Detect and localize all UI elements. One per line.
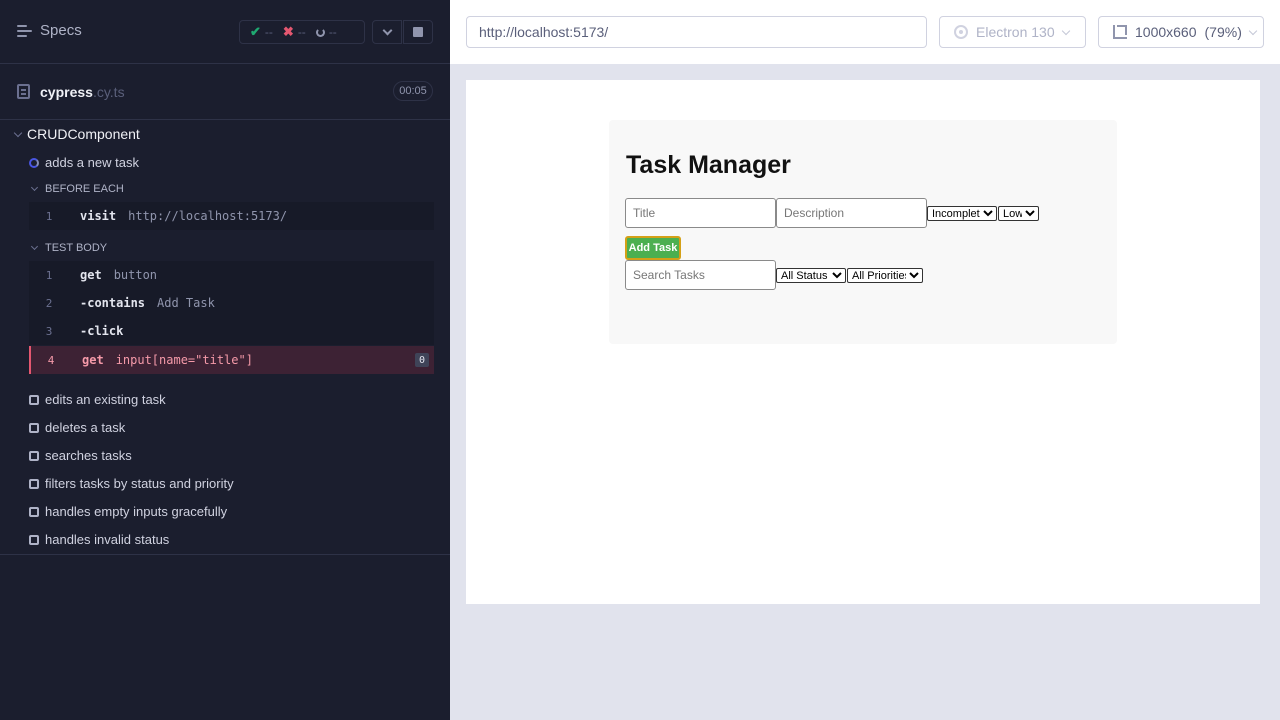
electron-icon xyxy=(954,25,968,39)
chevron-down-icon xyxy=(382,25,392,35)
command-number: 1 xyxy=(45,268,53,282)
test-pending[interactable]: deletes a task xyxy=(29,420,125,435)
pending-test-icon xyxy=(29,478,39,489)
command-row-failing[interactable]: 4 get input[name="title"] 0 xyxy=(29,346,434,374)
test-title: handles empty inputs gracefully xyxy=(45,504,228,519)
test-title: deletes a task xyxy=(45,420,126,435)
pending-count: -- xyxy=(328,25,337,39)
viewport-selector[interactable]: 1000x660 (79%) xyxy=(1098,16,1264,48)
specs-toggle[interactable]: Specs xyxy=(17,22,82,39)
browser-selector[interactable]: Electron 130 xyxy=(939,16,1086,48)
command-row[interactable]: 2 -contains Add Task xyxy=(29,289,434,317)
caret-down-icon xyxy=(30,183,39,192)
test-running[interactable]: adds a new task xyxy=(29,155,139,170)
aut-topbar: http://localhost:5173/ Electron 130 1000… xyxy=(450,0,1280,64)
pending-test-icon xyxy=(29,422,39,433)
stop-button[interactable] xyxy=(403,20,433,44)
test-pending[interactable]: edits an existing task xyxy=(29,392,166,407)
stats-group: ✔ -- ✖ -- -- xyxy=(239,20,365,44)
test-pending[interactable]: searches tasks xyxy=(29,448,132,463)
priority-select[interactable]: Low xyxy=(998,206,1039,221)
ruler-icon xyxy=(1113,25,1127,39)
test-title: searches tasks xyxy=(45,448,132,463)
spec-name-text: cypress xyxy=(40,84,93,100)
hook-test-body[interactable]: TEST BODY xyxy=(30,242,108,254)
command-message: button xyxy=(113,268,158,282)
file-icon xyxy=(17,84,30,99)
status-filter-select[interactable]: All Status xyxy=(776,268,846,283)
page-title: Task Manager xyxy=(626,151,791,179)
specs-label: Specs xyxy=(40,22,82,39)
pending-test-icon xyxy=(29,534,39,545)
chevron-down-icon xyxy=(1248,26,1258,35)
test-title: filters tasks by status and priority xyxy=(45,476,234,491)
add-task-button[interactable]: Add Task xyxy=(625,236,681,260)
passed-stat: ✔ -- xyxy=(240,24,273,40)
spinner-icon xyxy=(29,157,39,168)
command-row[interactable]: 1 visit http://localhost:5173/ xyxy=(29,202,434,230)
command-name: get xyxy=(82,353,104,367)
command-message: http://localhost:5173/ xyxy=(128,209,288,223)
command-name: visit xyxy=(80,209,117,223)
duration-badge: 00:05 xyxy=(393,81,433,101)
spec-name[interactable]: cypress.cy.ts xyxy=(40,84,125,100)
priority-filter-select[interactable]: All Priorities xyxy=(847,268,923,283)
description-input[interactable] xyxy=(776,198,927,228)
suite-title[interactable]: CRUDComponent xyxy=(13,126,140,142)
caret-down-icon xyxy=(30,242,39,251)
spec-extension: .cy.ts xyxy=(92,84,125,100)
aut-iframe: Task Manager Incomplete Low Add Task All… xyxy=(466,80,1260,604)
chevron-down-icon xyxy=(1061,26,1070,35)
test-pending[interactable]: handles invalid status xyxy=(29,532,169,547)
browser-label: Electron 130 xyxy=(976,24,1055,40)
failed-count: -- xyxy=(297,25,306,39)
test-pending[interactable]: handles empty inputs gracefully xyxy=(29,504,227,519)
collapse-button[interactable] xyxy=(372,20,402,44)
pending-test-icon xyxy=(29,450,39,461)
task-manager-app: Task Manager Incomplete Low Add Task All… xyxy=(609,120,1117,344)
hook-title-text: BEFORE EACH xyxy=(45,183,124,195)
pending-stat: -- xyxy=(306,25,337,39)
pending-icon xyxy=(315,27,325,37)
command-name: -click xyxy=(80,324,124,338)
failed-stat: ✖ -- xyxy=(273,24,306,40)
caret-down-icon xyxy=(13,128,23,137)
command-number: 2 xyxy=(45,296,53,310)
command-number: 1 xyxy=(45,209,53,223)
command-row[interactable]: 1 get button xyxy=(29,261,434,289)
stop-icon xyxy=(413,27,423,37)
test-pending[interactable]: filters tasks by status and priority xyxy=(29,476,234,491)
check-icon: ✔ xyxy=(250,24,261,39)
command-number: 4 xyxy=(47,353,55,367)
test-title: adds a new task xyxy=(45,155,139,170)
search-input[interactable] xyxy=(625,260,776,290)
command-number: 3 xyxy=(45,324,53,338)
x-icon: ✖ xyxy=(282,24,294,39)
pending-test-icon xyxy=(29,506,39,517)
suite-title-text: CRUDComponent xyxy=(27,126,140,142)
viewport-zoom: (79%) xyxy=(1204,24,1242,40)
command-name: -contains xyxy=(80,296,146,310)
command-message: input[name="title"] xyxy=(115,353,253,367)
pending-test-icon xyxy=(29,394,39,405)
command-name: get xyxy=(80,268,102,282)
url-field[interactable]: http://localhost:5173/ xyxy=(466,16,927,48)
viewport-size: 1000x660 xyxy=(1135,24,1197,40)
reporter-panel: Specs ✔ -- ✖ -- -- cypress.cy.ts 00:05 CRU… xyxy=(0,0,450,720)
test-title: edits an existing task xyxy=(45,392,166,407)
hook-title-text: TEST BODY xyxy=(45,242,108,254)
passed-count: -- xyxy=(264,25,273,39)
command-message: Add Task xyxy=(157,296,215,310)
title-input[interactable] xyxy=(625,198,776,228)
specs-list-icon xyxy=(17,24,32,37)
command-row[interactable]: 3 -click xyxy=(29,317,434,345)
hook-before-each[interactable]: BEFORE EACH xyxy=(30,183,124,195)
test-title: handles invalid status xyxy=(45,532,170,547)
status-select[interactable]: Incomplete xyxy=(927,206,997,221)
divider xyxy=(0,554,450,555)
spec-file-row: cypress.cy.ts 00:05 xyxy=(0,64,450,120)
element-count-badge: 0 xyxy=(415,353,429,367)
reporter-header: Specs ✔ -- ✖ -- -- xyxy=(0,0,450,64)
